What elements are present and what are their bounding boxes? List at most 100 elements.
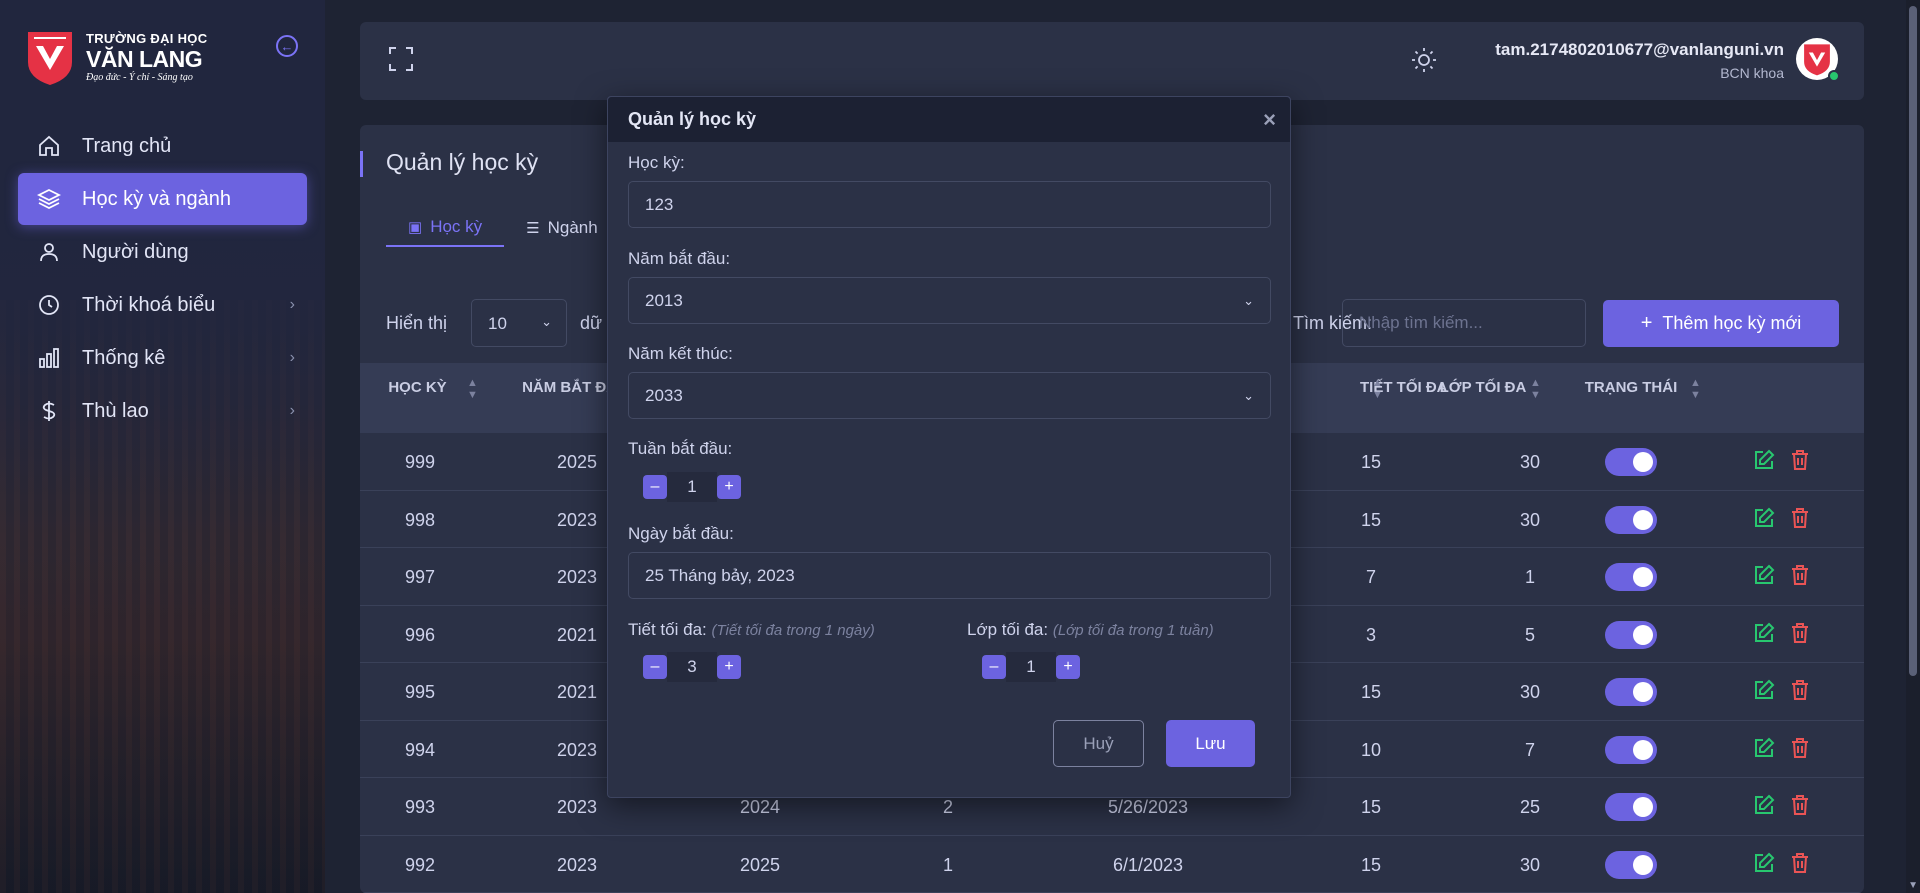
chevron-down-icon: ⌄	[1243, 293, 1254, 308]
start-date-input[interactable]: 25 Tháng bảy, 2023	[628, 552, 1271, 599]
scroll-down-arrow-icon[interactable]: ▼	[1908, 880, 1918, 891]
page-scrollbar[interactable]: ▼	[1906, 0, 1920, 893]
start-week-stepper: – 1 +	[643, 472, 741, 502]
brand-line1: TRƯỜNG ĐẠI HỌC	[86, 31, 208, 46]
sidebar-item-label: Thù lao	[82, 399, 149, 422]
sidebar-item-users[interactable]: Người dùng	[18, 226, 307, 278]
clock-icon	[36, 292, 62, 318]
edit-icon[interactable]	[1753, 449, 1775, 471]
sort-icon[interactable]: ▲ ▼	[467, 377, 478, 401]
increment-button[interactable]: +	[1056, 655, 1080, 679]
calendar-icon: ▣	[408, 219, 423, 236]
sidebar-nav: Trang chủ Học kỳ và ngành Người dùng Thờ…	[18, 120, 307, 438]
sidebar-item-remuneration[interactable]: Thù lao ›	[18, 385, 307, 437]
chevron-right-icon: ›	[289, 402, 295, 419]
edit-icon[interactable]	[1753, 679, 1775, 701]
chevron-down-icon: ⌄	[541, 314, 552, 329]
sidebar-item-label: Thống kê	[82, 346, 166, 369]
edit-icon[interactable]	[1753, 507, 1775, 529]
bar-chart-icon	[36, 345, 62, 371]
increment-button[interactable]: +	[717, 655, 741, 679]
sidebar-item-label: Thời khoá biểu	[82, 293, 216, 316]
column-header[interactable]: LỚP TỐI ĐA	[1428, 377, 1538, 398]
sort-icon[interactable]: ▲ ▼	[1372, 377, 1383, 401]
tab-semester[interactable]: ▣ Học kỳ	[386, 209, 505, 247]
end-year-label: Năm kết thúc:	[628, 344, 733, 363]
max-periods-label: Tiết tối đa: (Tiết tối đa trong 1 ngày)	[628, 620, 875, 639]
end-year-select[interactable]: 2033 ⌄	[628, 372, 1271, 419]
start-year-select[interactable]: 2013 ⌄	[628, 277, 1271, 324]
cancel-button[interactable]: Huỷ	[1053, 720, 1144, 767]
edit-icon[interactable]	[1753, 564, 1775, 586]
brand-logo[interactable]: TRƯỜNG ĐẠI HỌC VĂN LANG Đạo đức - Ý chí …	[26, 28, 207, 86]
search-input[interactable]	[1342, 299, 1586, 347]
max-classes-label: Lớp tối đa: (Lớp tối đa trong 1 tuần)	[967, 620, 1214, 639]
layers-icon	[36, 186, 62, 212]
column-header[interactable]: HỌC KỲ	[360, 377, 475, 398]
show-suffix: dữ	[580, 313, 603, 333]
fullscreen-icon[interactable]	[388, 46, 414, 72]
decrement-button[interactable]: –	[982, 655, 1006, 679]
status-toggle[interactable]	[1605, 735, 1657, 764]
sort-icon[interactable]: ▲ ▼	[1530, 377, 1541, 401]
status-toggle[interactable]	[1605, 505, 1657, 534]
page-size-select[interactable]: 10 ⌄	[471, 299, 567, 347]
tab-major[interactable]: ☰ Ngành	[504, 209, 620, 247]
start-year-label: Năm bắt đầu:	[628, 249, 731, 268]
trash-icon[interactable]	[1789, 507, 1811, 529]
dollar-icon	[36, 398, 62, 424]
user-icon	[36, 239, 62, 265]
trash-icon[interactable]	[1789, 737, 1811, 759]
status-toggle[interactable]	[1605, 850, 1657, 879]
vanlang-shield-logo	[1804, 44, 1830, 76]
status-toggle[interactable]	[1605, 678, 1657, 706]
semester-input[interactable]: 123	[628, 181, 1271, 228]
collapse-sidebar-button[interactable]: ←	[276, 35, 298, 57]
chevron-right-icon: ›	[289, 296, 295, 313]
semester-modal: Quản lý học kỳ × Học kỳ: 123 Năm bắt đầu…	[607, 96, 1291, 798]
increment-button[interactable]: +	[717, 475, 741, 499]
sidebar-item-label: Học kỳ và ngành	[82, 187, 231, 210]
trash-icon[interactable]	[1789, 679, 1811, 701]
status-toggle[interactable]	[1605, 793, 1657, 821]
column-header[interactable]: TRẠNG THÁI	[1576, 377, 1686, 398]
vanlang-shield-logo	[28, 32, 72, 85]
trash-icon[interactable]	[1789, 852, 1811, 874]
sort-icon[interactable]: ▲ ▼	[1690, 377, 1701, 401]
edit-icon[interactable]	[1753, 852, 1775, 874]
decrement-button[interactable]: –	[643, 655, 667, 679]
trash-icon[interactable]	[1789, 794, 1811, 816]
edit-icon[interactable]	[1753, 737, 1775, 759]
status-toggle[interactable]	[1605, 620, 1657, 649]
tab-bar: ▣ Học kỳ ☰ Ngành	[386, 209, 620, 247]
trash-icon[interactable]	[1789, 622, 1811, 644]
show-label: Hiển thị	[386, 313, 448, 333]
add-semester-button[interactable]: + Thêm học kỳ mới	[1603, 300, 1839, 347]
edit-icon[interactable]	[1753, 622, 1775, 644]
sidebar-item-home[interactable]: Trang chủ	[18, 120, 307, 172]
save-button[interactable]: Lưu	[1166, 720, 1255, 767]
table-row: 992 2023 2025 1 6/1/2023 15 30	[360, 836, 1864, 893]
brand-slogan: Đạo đức - Ý chí - Sáng tạo	[86, 72, 193, 83]
sidebar-item-semester-major[interactable]: Học kỳ và ngành	[18, 173, 307, 225]
trash-icon[interactable]	[1789, 564, 1811, 586]
sidebar-item-statistics[interactable]: Thống kê ›	[18, 332, 307, 384]
sun-icon[interactable]	[1410, 46, 1438, 74]
chevron-right-icon: ›	[289, 349, 295, 366]
trash-icon[interactable]	[1789, 449, 1811, 471]
sidebar: TRƯỜNG ĐẠI HỌC VĂN LANG Đạo đức - Ý chí …	[0, 0, 325, 893]
sidebar-item-timetable[interactable]: Thời khoá biểu ›	[18, 279, 307, 331]
user-role: BCN khoa	[1720, 65, 1784, 81]
decrement-button[interactable]: –	[643, 475, 667, 499]
status-toggle[interactable]	[1605, 563, 1657, 591]
scrollbar-thumb[interactable]	[1909, 6, 1917, 676]
list-icon: ☰	[526, 220, 540, 237]
chevron-down-icon: ⌄	[1243, 388, 1254, 403]
edit-icon[interactable]	[1753, 794, 1775, 816]
close-icon[interactable]: ×	[1263, 107, 1276, 133]
start-week-label: Tuần bắt đầu:	[628, 439, 733, 458]
user-email[interactable]: tam.2174802010677@vanlanguni.vn	[1495, 40, 1784, 60]
status-toggle[interactable]	[1605, 448, 1657, 476]
max-classes-stepper: – 1 +	[982, 652, 1080, 682]
avatar[interactable]	[1796, 38, 1840, 82]
